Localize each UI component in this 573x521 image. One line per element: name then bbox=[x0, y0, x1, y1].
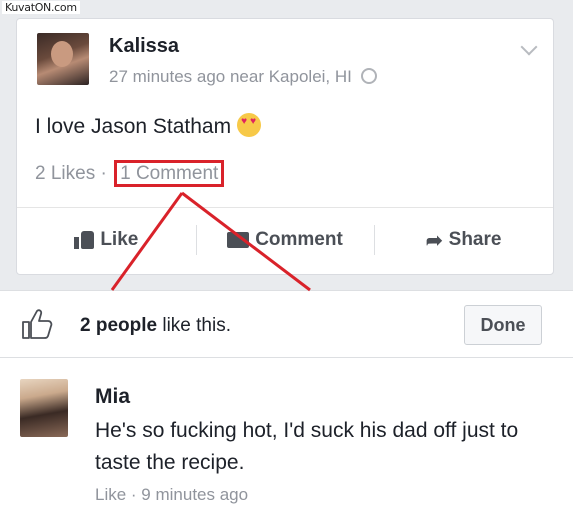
likes-row: 2 people like this. Done bbox=[0, 291, 573, 358]
likes-suffix: like this. bbox=[157, 315, 231, 336]
commenter-name[interactable]: Mia bbox=[95, 385, 130, 409]
comment-like-link[interactable]: Like bbox=[95, 485, 126, 504]
like-button[interactable]: Like bbox=[17, 215, 196, 265]
globe-icon bbox=[360, 68, 377, 84]
thumbs-up-icon bbox=[74, 231, 95, 249]
comments-count-link[interactable]: 1 Comment bbox=[114, 160, 225, 187]
chevron-down-icon[interactable] bbox=[520, 38, 538, 56]
thumbs-up-outline-icon bbox=[22, 309, 53, 339]
stats-separator: · bbox=[100, 163, 107, 184]
likes-count-link[interactable]: 2 Likes bbox=[35, 163, 95, 184]
like-button-label: Like bbox=[100, 229, 139, 250]
watermark: KuvatON.com bbox=[2, 1, 80, 14]
done-button[interactable]: Done bbox=[464, 305, 542, 345]
action-bar: Like Comment ➦ Share bbox=[17, 215, 553, 265]
share-button[interactable]: ➦ Share bbox=[374, 215, 553, 265]
post-text: I love Jason Statham bbox=[35, 113, 262, 139]
post-card: Kalissa 27 minutes ago near Kapolei, HI … bbox=[16, 18, 554, 275]
likes-people-count[interactable]: 2 people bbox=[80, 315, 157, 336]
share-button-label: Share bbox=[448, 229, 502, 250]
likes-summary: 2 people like this. bbox=[80, 315, 231, 337]
comment-meta: Like · 9 minutes ago bbox=[95, 485, 248, 505]
post-meta-text: 27 minutes ago near Kapolei, HI bbox=[109, 67, 352, 86]
comment-button-label: Comment bbox=[255, 229, 343, 250]
commenter-avatar[interactable] bbox=[20, 379, 68, 437]
author-name[interactable]: Kalissa bbox=[109, 35, 179, 58]
comment-bubble-icon bbox=[227, 232, 250, 248]
likes-comments-panel: 2 people like this. Done Mia He's so fuc… bbox=[0, 290, 573, 521]
comment-time: 9 minutes ago bbox=[141, 485, 249, 504]
author-avatar[interactable] bbox=[37, 33, 89, 85]
share-arrow-icon: ➦ bbox=[425, 229, 443, 252]
post-body: I love Jason Statham bbox=[35, 115, 232, 138]
heart-eyes-emoji-icon bbox=[237, 113, 262, 137]
comment-button[interactable]: Comment bbox=[195, 215, 375, 265]
post-stats: 2 Likes · 1 Comment bbox=[35, 160, 225, 187]
divider bbox=[17, 207, 553, 208]
post-meta: 27 minutes ago near Kapolei, HI bbox=[109, 67, 377, 87]
comment-meta-separator: · bbox=[126, 485, 142, 504]
comment-text: He's so fucking hot, I'd suck his dad of… bbox=[95, 419, 519, 474]
